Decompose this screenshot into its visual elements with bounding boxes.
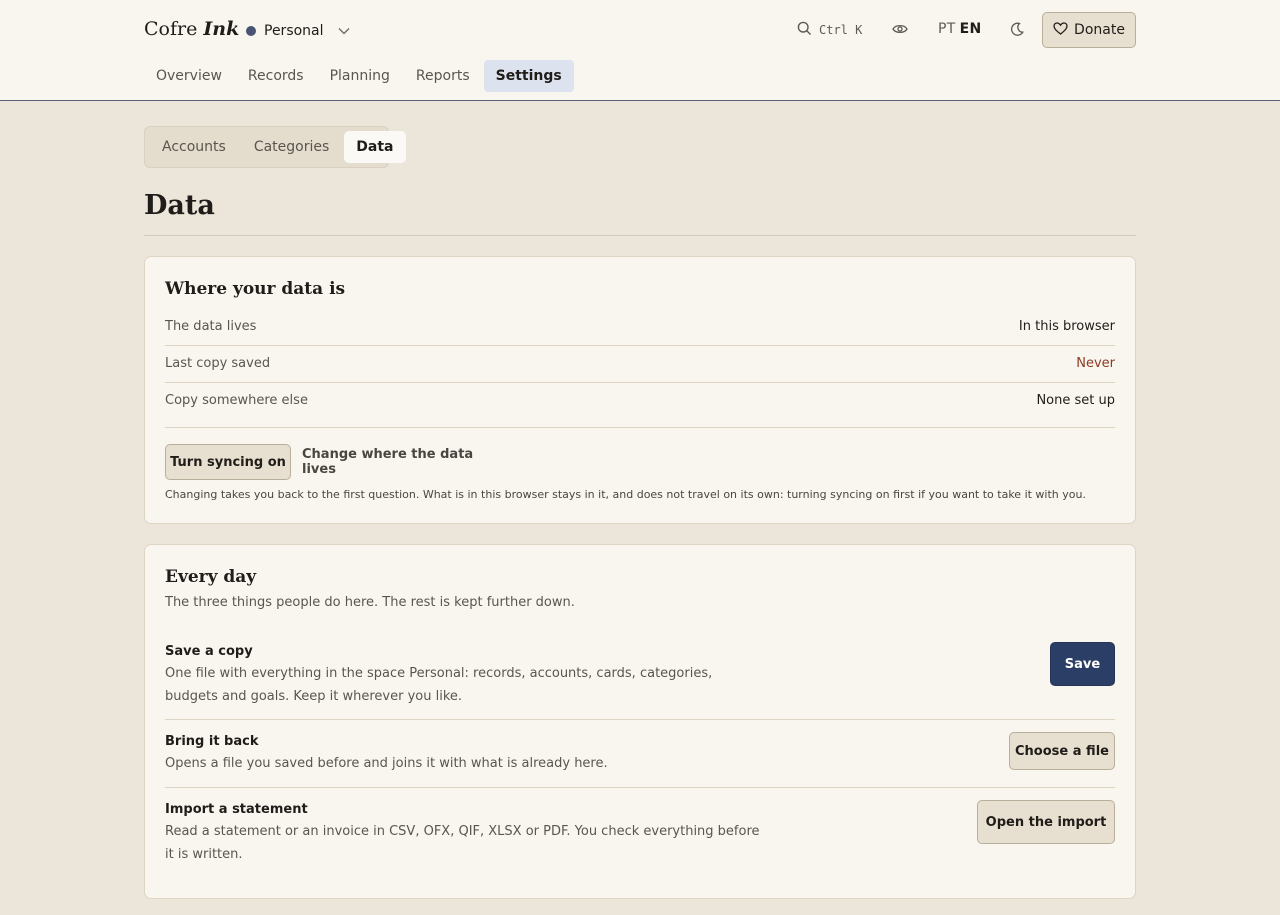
bring-back-title: Bring it back [165, 734, 259, 749]
last-copy-value: Never [1076, 356, 1115, 371]
moon-icon[interactable] [1010, 22, 1024, 41]
remote-copy-label: Copy somewhere else [165, 393, 308, 408]
page-title: Data [144, 190, 215, 221]
brand-main: Cofre [144, 18, 198, 40]
divider [165, 787, 1115, 788]
change-location-note: Changing takes you back to the first que… [165, 488, 1086, 501]
choose-file-button[interactable]: Choose a file [1009, 732, 1115, 770]
nav-planning[interactable]: Planning [318, 60, 402, 92]
lang-pt[interactable]: PT [938, 21, 956, 37]
main-nav: Overview Records Planning Reports Settin… [144, 60, 574, 92]
donate-label: Donate [1074, 22, 1125, 38]
privacy-eye-icon[interactable] [892, 22, 908, 40]
where-data-title: Where your data is [165, 279, 346, 299]
brand-logo[interactable]: Cofre Ink [144, 18, 239, 40]
turn-syncing-on-button[interactable]: Turn syncing on [165, 444, 291, 480]
search-button[interactable]: Ctrl K [797, 21, 862, 39]
nav-records[interactable]: Records [236, 60, 316, 92]
language-switch[interactable]: PT EN [938, 21, 982, 37]
open-import-button[interactable]: Open the import [977, 800, 1115, 844]
save-button[interactable]: Save [1050, 642, 1115, 686]
space-color-dot [246, 26, 256, 36]
where-data-card: Where your data is The data lives In thi… [144, 256, 1136, 524]
subtab-data[interactable]: Data [344, 131, 406, 163]
chevron-down-icon [338, 24, 350, 38]
nav-settings[interactable]: Settings [483, 60, 574, 92]
settings-subtabs: Accounts Categories Data [144, 126, 406, 168]
save-copy-title: Save a copy [165, 644, 253, 659]
divider [165, 427, 1115, 428]
data-location-label: The data lives [165, 319, 257, 334]
heart-icon [1053, 21, 1068, 39]
import-statement-title: Import a statement [165, 802, 308, 817]
search-shortcut: Ctrl K [819, 23, 863, 37]
data-location-value: In this browser [1018, 319, 1115, 334]
donate-button[interactable]: Donate [1042, 12, 1136, 48]
save-copy-description: One file with everything in the space Pe… [165, 666, 713, 704]
every-day-card: Every day The three things people do her… [144, 544, 1136, 899]
nav-overview[interactable]: Overview [144, 60, 234, 92]
space-name: Personal [264, 23, 324, 39]
nav-reports[interactable]: Reports [404, 60, 482, 92]
title-divider [144, 235, 1136, 236]
brand-accent: Ink [203, 18, 240, 40]
space-selector[interactable]: Personal [246, 21, 350, 41]
remote-copy-value: None set up [1036, 393, 1115, 408]
import-statement-description: Read a statement or an invoice in CSV, O… [165, 824, 760, 862]
lang-en[interactable]: EN [960, 21, 982, 37]
subtab-categories[interactable]: Categories [241, 131, 342, 163]
search-icon [797, 21, 812, 39]
subtab-accounts[interactable]: Accounts [149, 131, 239, 163]
remote-copy-row: Copy somewhere else None set up [165, 382, 1115, 419]
every-day-title: Every day [165, 567, 257, 587]
top-bar: Cofre Ink Personal Ctrl K PT EN Donate Ov… [0, 0, 1280, 101]
last-copy-label: Last copy saved [165, 356, 271, 371]
every-day-subtitle: The three things people do here. The res… [165, 595, 575, 610]
bring-back-description: Opens a file you saved before and joins … [165, 756, 608, 771]
divider [165, 719, 1115, 720]
last-copy-row: Last copy saved Never [165, 345, 1115, 382]
data-location-row: The data lives In this browser [165, 308, 1115, 345]
change-data-location-button[interactable]: Change where the data lives [301, 444, 505, 480]
